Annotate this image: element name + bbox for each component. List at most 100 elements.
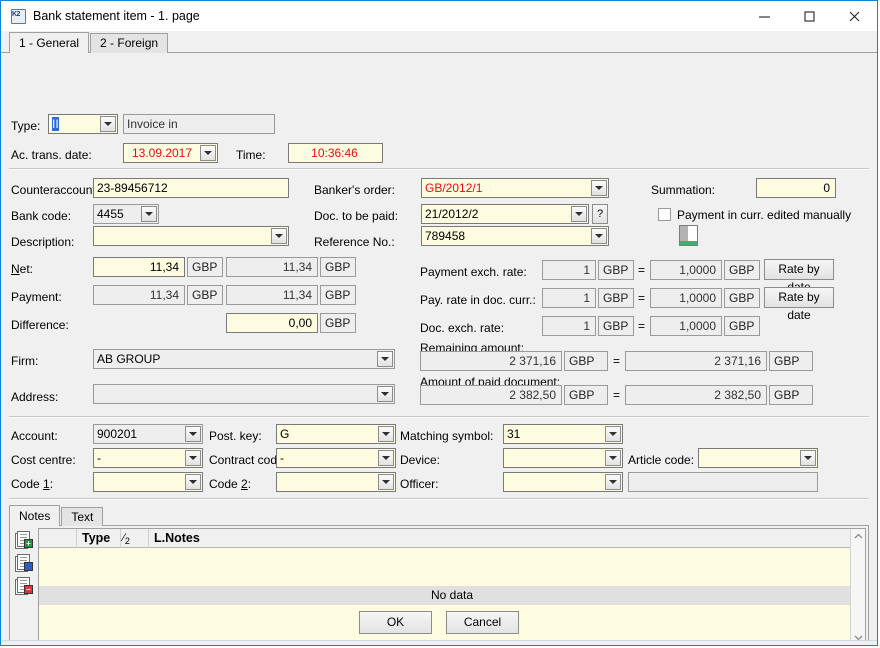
chevron-down-icon[interactable] [377, 351, 393, 367]
maximize-button[interactable] [787, 1, 832, 31]
chevron-down-icon[interactable] [605, 474, 621, 490]
doc-exch-rate-from: 1 [542, 316, 596, 336]
matching-symbol-combo[interactable]: 31 [503, 424, 623, 444]
payment-exch-rate-to: 1,0000 [650, 260, 722, 280]
reference-no-label: Reference No.: [314, 235, 395, 249]
payment-amount-converted: 11,34 [226, 285, 318, 305]
type-description: Invoice in [123, 114, 275, 134]
officer-label: Officer: [400, 477, 438, 491]
payment-exch-rate-to-currency: GBP [724, 260, 760, 280]
chevron-down-icon[interactable] [800, 450, 816, 466]
bankers-order-combo[interactable]: GB/2012/1 [421, 178, 609, 198]
remaining-amount-to-currency: GBP [769, 351, 813, 371]
pay-rate-doc-to-currency: GBP [724, 288, 760, 308]
pay-rate-doc-to: 1,0000 [650, 288, 722, 308]
trans-date-combo[interactable]: 13.09.2017 [123, 143, 218, 163]
chevron-down-icon[interactable] [377, 386, 393, 402]
window-controls [742, 1, 877, 31]
delete-note-icon[interactable]: – [15, 576, 33, 594]
chevron-down-icon[interactable] [378, 426, 394, 442]
doc-exch-rate-to: 1,0000 [650, 316, 722, 336]
ok-button[interactable]: OK [359, 611, 432, 634]
tab-notes[interactable]: Notes [9, 505, 60, 526]
tab-foreign[interactable]: 2 - Foreign [90, 33, 168, 53]
k2-document-icon: K2 [10, 8, 26, 24]
chevron-down-icon[interactable] [185, 474, 201, 490]
reference-no-combo[interactable]: 789458 [421, 226, 609, 246]
code2-label: Code 2: [209, 477, 251, 491]
chevron-down-icon[interactable] [378, 450, 394, 466]
firm-combo[interactable]: AB GROUP [93, 349, 395, 369]
type-combo[interactable]: II [48, 114, 118, 134]
code1-combo[interactable] [93, 472, 203, 492]
chevron-down-icon[interactable] [605, 450, 621, 466]
chevron-down-icon[interactable] [271, 228, 287, 244]
minimize-button[interactable] [742, 1, 787, 31]
chevron-down-icon[interactable] [571, 206, 587, 222]
column-header-type[interactable]: Type [77, 529, 121, 548]
chevron-down-icon[interactable] [378, 474, 394, 490]
description-value [93, 226, 289, 246]
payment-manual-label: Payment in curr. edited manually [677, 208, 851, 222]
tab-foreign-label: 2 - Foreign [100, 36, 158, 50]
officer-combo[interactable] [503, 472, 623, 492]
bank-code-combo[interactable]: 4455 [93, 204, 159, 224]
divider-1 [9, 168, 869, 170]
chevron-down-icon[interactable] [141, 206, 157, 222]
tab-text[interactable]: Text [61, 507, 103, 526]
notes-tabstrip: Notes Text [9, 505, 869, 526]
column-header-lnotes[interactable]: L.Notes [149, 529, 865, 548]
doc-to-be-paid-combo[interactable]: 21/2012/2 [421, 204, 589, 224]
chevron-down-icon[interactable] [185, 450, 201, 466]
counteraccount-input[interactable]: 23-89456712 [93, 178, 289, 198]
tab-general[interactable]: 1 - General [9, 32, 89, 53]
status-bar [1, 640, 877, 645]
chevron-down-icon[interactable] [200, 145, 216, 161]
article-code-label: Article code: [628, 453, 694, 467]
column-sort-indicator[interactable]: ⁄2 [121, 529, 149, 548]
bank-code-label: Bank code: [11, 209, 71, 223]
payment-manual-checkbox[interactable] [658, 208, 671, 221]
contract-code-combo[interactable]: - [276, 448, 396, 468]
chevron-down-icon[interactable] [185, 426, 201, 442]
net-amount-input[interactable]: 11,34 [93, 257, 185, 277]
scroll-up-icon[interactable] [851, 529, 865, 544]
chevron-down-icon[interactable] [591, 228, 607, 244]
rate-by-date-button-1[interactable]: Rate by date [764, 259, 834, 280]
chevron-down-icon[interactable] [100, 116, 116, 132]
cost-centre-label: Cost centre: [11, 453, 76, 467]
device-combo[interactable] [503, 448, 623, 468]
summation-label: Summation: [651, 183, 715, 197]
net-currency-1: GBP [187, 257, 223, 277]
account-label: Account: [11, 429, 58, 443]
post-key-combo[interactable]: G [276, 424, 396, 444]
close-button[interactable] [832, 1, 877, 31]
page-tabs: 1 - General 2 - Foreign [1, 31, 877, 53]
type-value: II [52, 117, 59, 131]
cost-centre-combo[interactable]: - [93, 448, 203, 468]
cancel-button[interactable]: Cancel [446, 611, 519, 634]
amount-paid-document-equals: = [613, 385, 620, 405]
article-code-combo[interactable] [698, 448, 818, 468]
doc-to-be-paid-value: 21/2012/2 [421, 204, 589, 224]
doc-help-button[interactable]: ? [592, 204, 608, 224]
bank-statement-item-window: K2 Bank statement item - 1. page 1 - Gen… [0, 0, 878, 646]
payment-amount: 11,34 [93, 285, 185, 305]
tab-general-label: 1 - General [19, 36, 79, 50]
summation-value[interactable]: 0 [756, 178, 836, 198]
officer-extra-field [628, 472, 818, 492]
rate-by-date-button-2[interactable]: Rate by date [764, 287, 834, 308]
form-body: Type: II Invoice in Ac. trans. date: 13.… [1, 53, 877, 645]
amount-paid-document-from-currency: GBP [564, 385, 608, 405]
payment-exch-rate-from: 1 [542, 260, 596, 280]
description-combo[interactable] [93, 226, 289, 246]
doc-exch-rate-label: Doc. exch. rate: [420, 321, 504, 335]
add-note-icon[interactable]: + [15, 530, 33, 548]
chevron-down-icon[interactable] [591, 180, 607, 196]
account-combo[interactable]: 900201 [93, 424, 203, 444]
address-combo[interactable] [93, 384, 395, 404]
edit-note-icon[interactable] [15, 553, 33, 571]
code2-combo[interactable] [276, 472, 396, 492]
chevron-down-icon[interactable] [605, 426, 621, 442]
address-label: Address: [11, 390, 58, 404]
